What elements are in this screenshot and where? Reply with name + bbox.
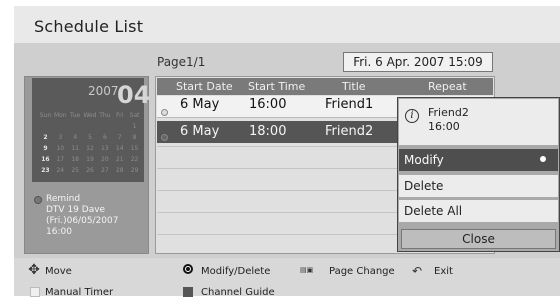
- calendar-day: [83, 123, 98, 130]
- page-indicator: Page1/1: [157, 55, 206, 69]
- calendar-grid: Sun Mon Tue Wed Thu Fri Sat 1 2 3 4 5 6 7 8 9 10 11 12 13 14…: [38, 112, 142, 174]
- calendar-day: 8: [132, 134, 137, 141]
- dark-key-icon: [183, 287, 193, 297]
- calendar-day: 21: [115, 156, 124, 163]
- calendar-year: 2007: [88, 84, 119, 98]
- calendar-day: [112, 123, 127, 130]
- menu-divider: [399, 198, 558, 199]
- calendar-day: [38, 123, 53, 130]
- calendar-day: 1: [132, 123, 137, 130]
- calendar-day: 9: [43, 145, 48, 152]
- calendar-day: 28: [115, 167, 124, 174]
- calendar-day: [97, 123, 112, 130]
- popup-program-name: Friend2: [428, 106, 469, 119]
- remind-title: Remind: [46, 194, 81, 204]
- legend-page-change: Page Change: [329, 266, 395, 277]
- calendar-day: 3: [58, 134, 63, 141]
- calendar-day: 15: [130, 145, 139, 152]
- calendar-day: 12: [86, 145, 94, 152]
- calendar-day: 16: [41, 156, 50, 163]
- calendar-month: 04: [117, 81, 151, 109]
- legend-manual-timer: Manual Timer: [45, 287, 114, 298]
- remind-info: Remind DTV 19 Dave (Fri.)06/05/2007 16:0…: [46, 194, 118, 238]
- calendar-weekday: Thu: [99, 112, 111, 119]
- legend-modify-delete: Modify/Delete: [201, 266, 271, 277]
- calendar-day: 19: [86, 156, 94, 163]
- calendar-day: 22: [130, 156, 139, 163]
- remind-text: DTV 19 Dave (Fri.)06/05/2007 16:00: [46, 205, 119, 237]
- calendar-day: 13: [101, 145, 109, 152]
- calendar-day: 26: [86, 167, 94, 174]
- calendar-day: 29: [130, 167, 139, 174]
- clock-icon: [161, 134, 168, 141]
- calendar-day: [53, 123, 68, 130]
- calendar-weekday: Tue: [70, 112, 81, 119]
- current-datetime: Fri. 6 Apr. 2007 15:09: [343, 52, 493, 72]
- exit-icon: ↶: [412, 264, 423, 278]
- calendar-day: 7: [117, 134, 122, 141]
- calendar-day: 24: [56, 167, 65, 174]
- cell-start-date: 6 May: [180, 97, 220, 112]
- calendar-weekday: Mon: [53, 112, 67, 119]
- header-repeat: Repeat: [428, 80, 467, 93]
- header-title: Title: [342, 80, 366, 93]
- delete-all-menu-item[interactable]: Delete All: [399, 200, 558, 222]
- calendar-day: 11: [71, 145, 79, 152]
- popup-program-time: 16:00: [428, 120, 460, 133]
- close-button[interactable]: Close: [401, 229, 556, 249]
- calendar-day: 25: [71, 167, 79, 174]
- calendar-day: [68, 123, 83, 130]
- calendar-day: 6: [102, 134, 107, 141]
- cell-start-date: 6 May: [180, 124, 220, 139]
- clock-icon: [34, 196, 42, 204]
- calendar-weekday: Sun: [39, 112, 52, 119]
- menu-divider: [399, 172, 558, 173]
- cell-start-time: 18:00: [249, 124, 287, 139]
- ok-button-icon: [183, 264, 193, 274]
- cell-start-time: 16:00: [249, 97, 287, 112]
- calendar-weekday: Sat: [129, 112, 140, 119]
- calendar-day: 14: [115, 145, 124, 152]
- legend-exit: Exit: [434, 266, 453, 277]
- cell-title: Friend1: [325, 97, 374, 112]
- calendar-day: 4: [73, 134, 78, 141]
- modify-menu-item[interactable]: Modify: [399, 149, 558, 171]
- white-key-icon: [30, 287, 40, 297]
- clock-icon: [161, 109, 168, 116]
- dpad-icon: ✥: [28, 262, 40, 278]
- info-icon: i: [405, 109, 419, 123]
- header-start-time: Start Time: [248, 80, 306, 93]
- selection-marker-icon: [540, 156, 546, 162]
- header-start-date: Start Date: [176, 80, 233, 93]
- calendar-day: 18: [71, 156, 79, 163]
- legend-channel-guide: Channel Guide: [201, 287, 275, 298]
- page-change-icon: ▤▣: [300, 266, 314, 274]
- calendar-day: 5: [88, 134, 92, 141]
- calendar-day: 17: [56, 156, 65, 163]
- calendar-weekday: Fri: [116, 112, 124, 119]
- popup-info-panel: [399, 99, 558, 145]
- page-title: Schedule List: [34, 17, 144, 36]
- calendar-day: 2: [43, 134, 48, 141]
- calendar-day: 10: [56, 145, 65, 152]
- calendar-weekday: Wed: [83, 112, 97, 119]
- legend-move: Move: [45, 266, 72, 277]
- calendar-day: 27: [101, 167, 109, 174]
- cell-title: Friend2: [325, 124, 374, 139]
- calendar-day: 20: [101, 156, 109, 163]
- calendar-day: 23: [41, 167, 50, 174]
- delete-menu-item[interactable]: Delete: [399, 175, 558, 197]
